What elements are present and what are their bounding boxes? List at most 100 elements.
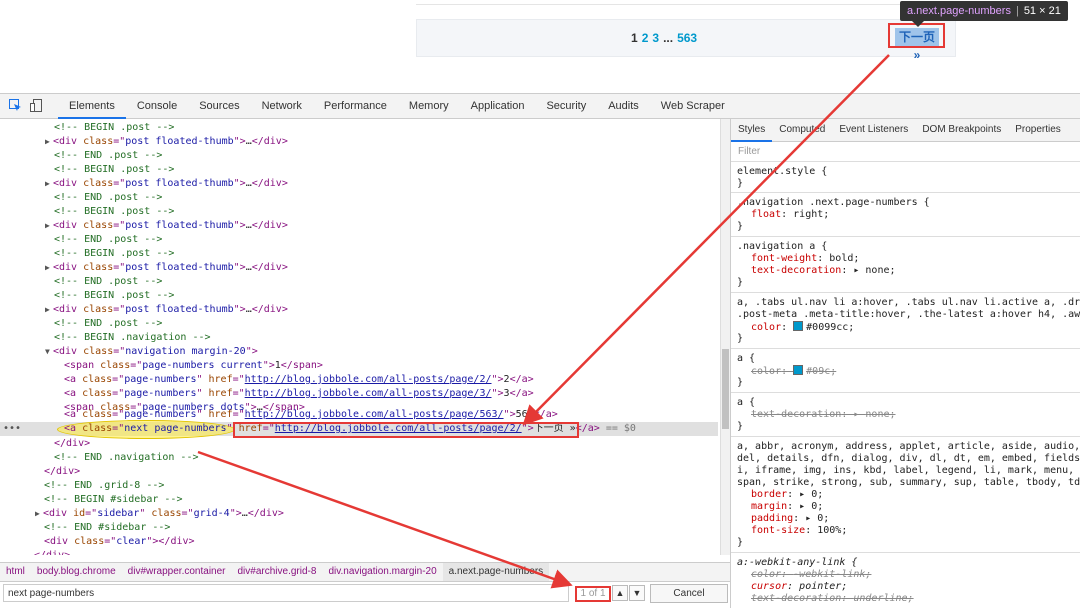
crumb-archive[interactable]: div#archive.grid-8: [232, 563, 323, 581]
tab-security[interactable]: Security: [535, 94, 597, 118]
rule-declaration[interactable]: font-size: 100%;: [751, 525, 847, 537]
tree-node-post[interactable]: ▶ <div class="post floated-thumb">…</div>: [45, 261, 288, 275]
tree-node-page-link-2[interactable]: <a class="page-numbers" href="http://blo…: [64, 373, 534, 387]
page-link-3[interactable]: 3: [652, 31, 659, 45]
inspect-element-icon[interactable]: [9, 99, 22, 112]
rule-selector: .navigation .next.page-numbers {: [737, 197, 930, 208]
tab-elements[interactable]: Elements: [58, 94, 126, 119]
expand-triangle-icon[interactable]: ▶: [35, 507, 43, 521]
rule-declaration[interactable]: border: ▸ 0;: [751, 489, 823, 501]
scrollbar-thumb[interactable]: [722, 349, 729, 429]
expand-triangle-icon[interactable]: ▶: [45, 219, 53, 233]
elements-scrollbar[interactable]: [720, 119, 730, 555]
tab-application[interactable]: Application: [460, 94, 536, 118]
crumb-navigation[interactable]: div.navigation.margin-20: [322, 563, 442, 581]
color-swatch[interactable]: [793, 321, 804, 331]
rule-next-page-numbers: .navigation .next.page-numbers { float: …: [731, 193, 1080, 237]
crumb-html[interactable]: html: [0, 563, 31, 581]
rule-selector: .post-meta .meta-title:hover, .the-lates…: [737, 309, 1080, 320]
rule-selector: a {: [737, 397, 756, 408]
dom-search-bar: next page-numbers 1 of 1 ▲ ▼ Cancel: [0, 581, 730, 606]
expand-triangle-icon[interactable]: ▶: [45, 303, 53, 317]
rule-declaration[interactable]: color: -webkit-link;: [751, 569, 871, 581]
rule-declaration[interactable]: color: #0099cc;: [751, 321, 854, 333]
rule-close: }: [737, 221, 744, 232]
chevron-up-icon: ▲: [615, 588, 625, 598]
tree-comment: <!-- BEGIN .post -->: [54, 248, 175, 259]
device-toolbar-icon[interactable]: [30, 99, 43, 112]
rule-a-color: a, .tabs ul.nav li a:hover, .tabs ul.nav…: [731, 293, 1080, 349]
rule-declaration[interactable]: text-decoration: ▸ none;: [751, 409, 896, 421]
rule-declaration[interactable]: padding: ▸ 0;: [751, 513, 829, 525]
tree-node-close-div: </div>: [34, 549, 70, 555]
devtools-tabs: Elements Console Sources Network Perform…: [58, 94, 736, 119]
rule-declaration[interactable]: font-weight: bold;: [751, 253, 859, 265]
page-link-2[interactable]: 2: [642, 31, 649, 45]
tree-node-post[interactable]: ▶ <div class="post floated-thumb">…</div>: [45, 177, 288, 191]
rule-declaration[interactable]: text-decoration: underline;: [751, 593, 914, 605]
tab-styles[interactable]: Styles: [731, 119, 773, 142]
page-dots: ...: [663, 31, 674, 45]
tree-comment: <!-- END .post -->: [54, 318, 163, 329]
tree-node-post[interactable]: ▶ <div class="post floated-thumb">…</div>: [45, 135, 288, 149]
color-swatch[interactable]: [793, 365, 804, 375]
rule-selector: .navigation a {: [737, 241, 828, 252]
tab-performance[interactable]: Performance: [313, 94, 398, 118]
rule-close: }: [737, 178, 744, 189]
rule-selector: a, abbr, acronym, address, applet, artic…: [737, 441, 1080, 452]
rule-declaration[interactable]: float: right;: [751, 209, 829, 221]
tab-properties[interactable]: Properties: [1008, 119, 1068, 141]
tab-event-listeners[interactable]: Event Listeners: [832, 119, 915, 141]
search-input[interactable]: next page-numbers: [3, 584, 569, 602]
rule-declaration[interactable]: color: #09c;: [751, 365, 836, 377]
search-next-button[interactable]: ▼: [629, 585, 645, 601]
rule-declaration[interactable]: text-decoration: ▸ none;: [751, 265, 896, 277]
expand-triangle-icon[interactable]: ▶: [45, 261, 53, 275]
tree-node-sidebar[interactable]: ▶ <div id="sidebar" class="grid-4">…</div…: [35, 507, 284, 521]
tree-node-post[interactable]: ▶ <div class="post floated-thumb">…</div>: [45, 303, 288, 317]
tree-node-post[interactable]: ▶ <div class="post floated-thumb">…</div>: [45, 219, 288, 233]
tab-console[interactable]: Console: [126, 94, 188, 118]
pagination-numbers: 1 2 3... 563: [631, 31, 701, 45]
tree-node-current-page[interactable]: <span class="page-numbers current">1</sp…: [64, 359, 323, 373]
page-top-divider: [416, 0, 936, 5]
crumb-next-link[interactable]: a.next.page-numbers: [442, 563, 550, 581]
tab-audits[interactable]: Audits: [597, 94, 650, 118]
tree-comment: <!-- END .post -->: [54, 276, 163, 287]
search-prev-button[interactable]: ▲: [612, 585, 628, 601]
tab-computed[interactable]: Computed: [772, 119, 832, 141]
crumb-body[interactable]: body.blog.chrome: [31, 563, 122, 581]
tree-node-clear[interactable]: <div class="clear"></div>: [44, 535, 195, 549]
devtools-toolbar: Elements Console Sources Network Perform…: [0, 94, 1080, 119]
tree-comment: <!-- END #sidebar -->: [44, 522, 171, 533]
rule-reset: a, abbr, acronym, address, applet, artic…: [731, 437, 1080, 553]
rule-declaration[interactable]: margin: ▸ 0;: [751, 501, 823, 513]
rule-declaration[interactable]: cursor: pointer;: [751, 581, 847, 593]
expand-triangle-icon[interactable]: ▶: [45, 177, 53, 191]
tree-comment: <!-- BEGIN .post -->: [54, 164, 175, 175]
crumb-wrapper[interactable]: div#wrapper.container: [122, 563, 232, 581]
tree-node-close-div: </div>: [54, 438, 91, 449]
rule-selector: a {: [737, 353, 756, 364]
sidebar-tabs: Styles Computed Event Listeners DOM Brea…: [731, 119, 1080, 142]
rule-close: }: [737, 377, 744, 388]
rule-selector: element.style {: [737, 166, 828, 177]
tree-node-navigation[interactable]: ▼ <div class="navigation margin-20">: [45, 345, 258, 359]
page-link-563[interactable]: 563: [677, 31, 697, 45]
tab-memory[interactable]: Memory: [398, 94, 460, 118]
tab-dom-breakpoints[interactable]: DOM Breakpoints: [915, 119, 1008, 141]
collapse-triangle-icon[interactable]: ▼: [45, 345, 53, 359]
tree-comment: <!-- BEGIN .navigation -->: [54, 332, 211, 343]
tooltip-arrow: [912, 21, 924, 27]
styles-filter-input[interactable]: Filter: [731, 142, 1080, 162]
rule-a-overridden-decoration: a { text-decoration: ▸ none; }: [731, 393, 1080, 437]
tab-network[interactable]: Network: [251, 94, 313, 118]
node-actions-ellipsis-icon[interactable]: •••: [3, 422, 21, 436]
tab-sources[interactable]: Sources: [188, 94, 250, 118]
expand-triangle-icon[interactable]: ▶: [45, 135, 53, 149]
tooltip-size: 51 × 21: [1023, 5, 1061, 17]
search-cancel-button[interactable]: Cancel: [650, 584, 728, 603]
rule-selector: i, iframe, img, ins, kbd, label, legend,…: [737, 465, 1075, 476]
tab-web-scraper[interactable]: Web Scraper: [650, 94, 736, 118]
tree-node-page-link-3[interactable]: <a class="page-numbers" href="http://blo…: [64, 387, 534, 401]
